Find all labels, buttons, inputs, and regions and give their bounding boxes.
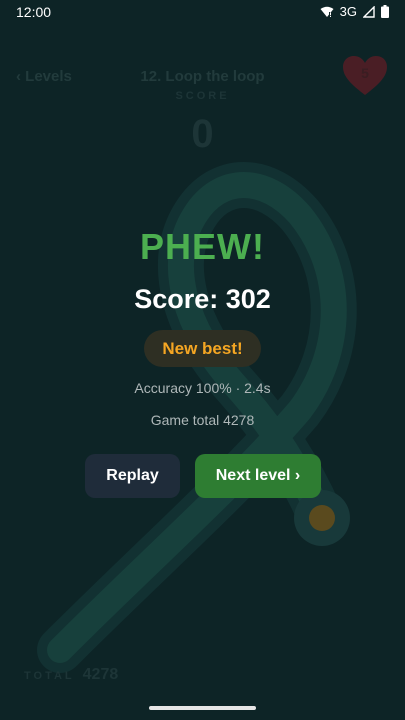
new-best-badge: New best! [144, 330, 261, 367]
result-overlay: PHEW! Score: 302 New best! Accuracy 100%… [0, 0, 405, 720]
result-headline: PHEW! [140, 226, 265, 267]
home-indicator[interactable] [149, 706, 256, 710]
next-level-button[interactable]: Next level › [195, 454, 321, 498]
game-total: Game total 4278 [150, 412, 255, 428]
accuracy-stats: Accuracy 100% · 2.4s [134, 380, 271, 396]
replay-button[interactable]: Replay [85, 454, 180, 498]
result-score: Score: 302 [134, 284, 271, 314]
